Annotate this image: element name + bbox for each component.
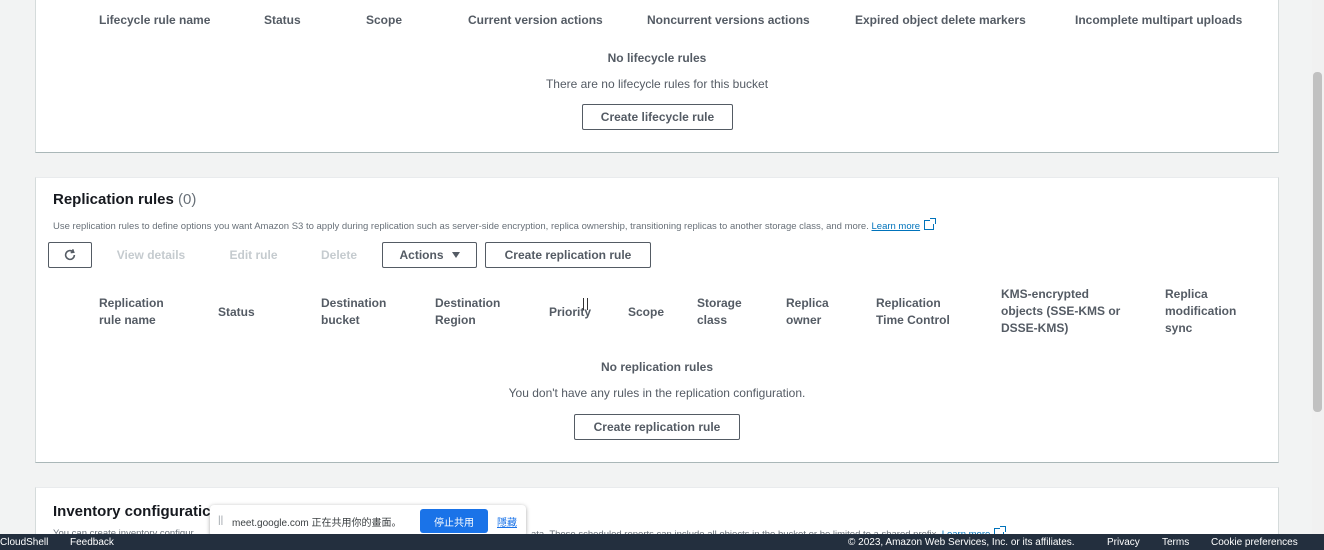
replication-empty-subtitle: You don't have any rules in the replicat… xyxy=(508,386,806,400)
replication-description: Use replication rules to define options … xyxy=(53,218,937,232)
text-cursor-icon xyxy=(583,298,588,310)
hide-share-bar-link[interactable]: 隱藏 xyxy=(497,514,517,529)
lifecycle-empty-subtitle: There are no lifecycle rules for this bu… xyxy=(545,77,769,91)
replication-title-text: Replication rules xyxy=(53,191,174,208)
lifecycle-col-multipart[interactable]: Incomplete multipart uploads xyxy=(1075,12,1242,29)
cloudshell-link[interactable]: CloudShell xyxy=(0,537,48,548)
replication-empty-title: No replication rules xyxy=(600,360,714,374)
copyright-text: © 2023, Amazon Web Services, Inc. or its… xyxy=(848,536,1075,548)
share-message: meet.google.com 正在共用你的畫面。 xyxy=(232,518,402,529)
caret-down-icon xyxy=(451,252,460,258)
page-scrollbar-thumb[interactable] xyxy=(1313,72,1322,412)
lifecycle-col-status[interactable]: Status xyxy=(264,12,301,29)
lifecycle-empty-title: No lifecycle rules xyxy=(607,51,707,65)
lifecycle-col-current-actions[interactable]: Current version actions xyxy=(468,12,603,29)
replication-col-replica-owner[interactable]: Replica owner xyxy=(786,295,829,329)
replication-col-kms[interactable]: KMS-encrypted objects (SSE-KMS or DSSE-K… xyxy=(1001,286,1120,337)
inventory-section-title: Inventory configuratic xyxy=(53,503,211,520)
replication-rules-panel: Replication rules (0) Use replication ru… xyxy=(35,177,1279,463)
lifecycle-col-name[interactable]: Lifecycle rule name xyxy=(99,12,210,29)
terms-link[interactable]: Terms xyxy=(1162,537,1189,548)
delete-button[interactable]: Delete xyxy=(308,242,370,268)
replication-col-rule-name[interactable]: Replication rule name xyxy=(99,295,164,329)
replication-col-storage-class[interactable]: Storage class xyxy=(697,295,742,329)
actions-dropdown[interactable]: Actions xyxy=(382,242,477,268)
drag-handle-icon[interactable]: || xyxy=(218,515,223,526)
refresh-icon xyxy=(64,249,76,261)
replication-section-title: Replication rules (0) xyxy=(53,191,196,208)
view-details-button[interactable]: View details xyxy=(106,242,196,268)
refresh-button[interactable] xyxy=(48,242,92,268)
replication-col-scope[interactable]: Scope xyxy=(628,304,664,321)
edit-rule-button[interactable]: Edit rule xyxy=(216,242,291,268)
replication-col-replica-sync[interactable]: Replica modification sync xyxy=(1165,286,1236,337)
replication-col-dest-bucket[interactable]: Destination bucket xyxy=(321,295,386,329)
screen-share-bar: || meet.google.com 正在共用你的畫面。 停止共用 隱藏 xyxy=(210,505,526,537)
actions-label: Actions xyxy=(399,248,444,262)
privacy-link[interactable]: Privacy xyxy=(1107,537,1140,548)
lifecycle-col-noncurrent-actions[interactable]: Noncurrent versions actions xyxy=(647,12,810,29)
create-replication-rule-button[interactable]: Create replication rule xyxy=(574,414,740,440)
feedback-link[interactable]: Feedback xyxy=(70,537,114,548)
lifecycle-col-expired-markers[interactable]: Expired object delete markers xyxy=(855,12,1026,29)
cookie-preferences-link[interactable]: Cookie preferences xyxy=(1211,537,1298,548)
stop-sharing-button[interactable]: 停止共用 xyxy=(420,509,488,533)
create-lifecycle-rule-button[interactable]: Create lifecycle rule xyxy=(582,104,733,130)
replication-col-dest-region[interactable]: Destination Region xyxy=(435,295,500,329)
console-footer: CloudShell Feedback © 2023, Amazon Web S… xyxy=(0,534,1324,550)
replication-col-status[interactable]: Status xyxy=(218,304,255,321)
replication-learn-more-link[interactable]: Learn more xyxy=(872,221,921,232)
replication-col-rtc[interactable]: Replication Time Control xyxy=(876,295,950,329)
create-replication-rule-toolbar-button[interactable]: Create replication rule xyxy=(485,242,651,268)
external-link-icon xyxy=(924,218,937,230)
lifecycle-rules-panel: Lifecycle rule name Status Scope Current… xyxy=(35,0,1279,153)
replication-count: (0) xyxy=(178,191,197,208)
replication-description-text: Use replication rules to define options … xyxy=(53,221,869,232)
lifecycle-col-scope[interactable]: Scope xyxy=(366,12,402,29)
